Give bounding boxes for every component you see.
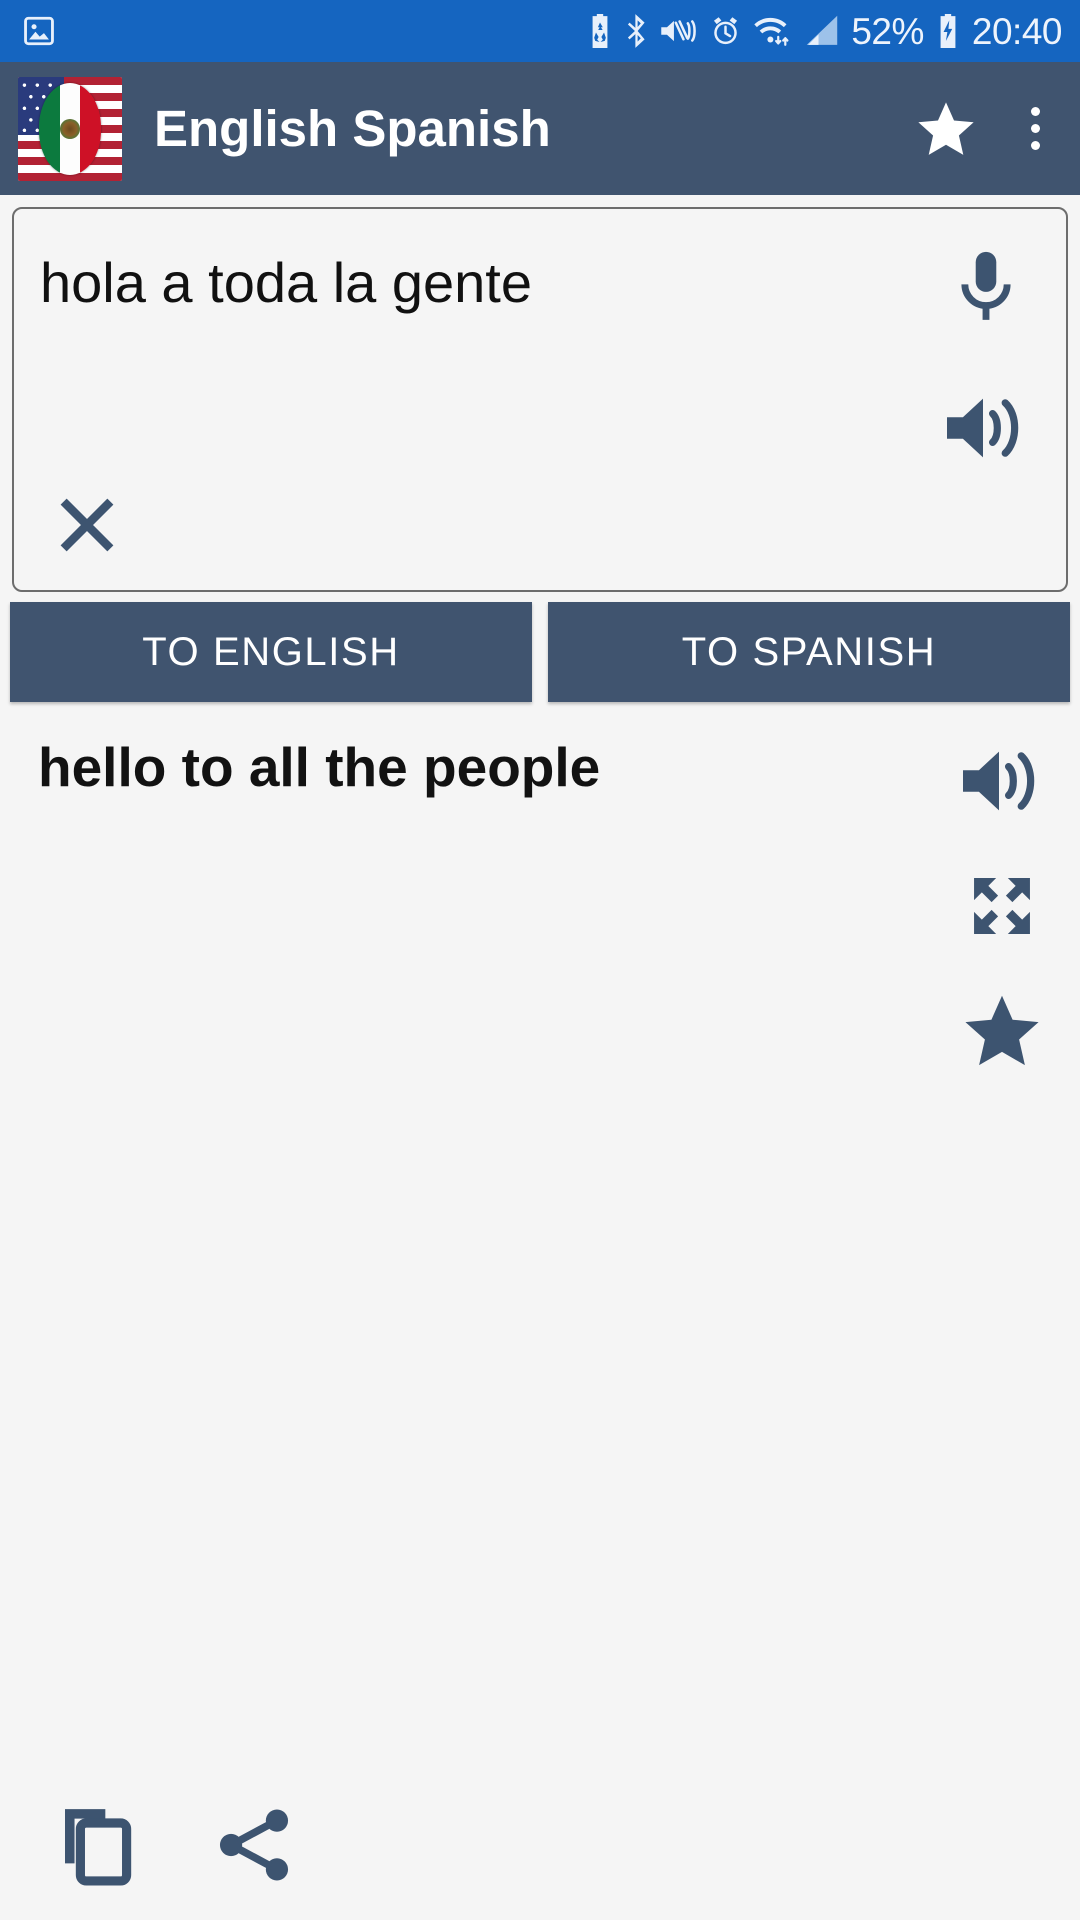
battery-charging-icon [935, 13, 961, 49]
mexico-eagle-emblem [60, 118, 80, 139]
to-english-button[interactable]: TO ENGLISH [10, 602, 532, 702]
mexico-flag [39, 82, 101, 175]
speaker-icon-result[interactable] [952, 731, 1052, 831]
clear-text-icon[interactable] [44, 482, 130, 568]
input-section: hola a toda la gente [0, 195, 1080, 592]
share-icon[interactable] [204, 1795, 304, 1895]
translation-direction-buttons: TO ENGLISH TO SPANISH [0, 592, 1080, 702]
us-mexico-flag-icon [18, 76, 122, 181]
page-title: English Spanish [154, 100, 551, 157]
source-text-card[interactable]: hola a toda la gente [12, 207, 1068, 592]
vibrate-mute-icon [660, 15, 698, 47]
translation-result-section: hello to all the people [0, 716, 1080, 1736]
favorite-star-icon[interactable] [915, 98, 977, 160]
status-bar-left-icons [22, 14, 56, 48]
overflow-menu-icon[interactable] [1017, 99, 1054, 158]
to-spanish-label: TO SPANISH [681, 629, 937, 674]
signal-icon [804, 14, 840, 48]
alarm-icon [709, 15, 742, 48]
app-bar: English Spanish [0, 62, 1080, 195]
microphone-icon[interactable] [942, 245, 1030, 333]
app-bar-actions [915, 98, 1054, 160]
fullscreen-icon[interactable] [952, 856, 1052, 956]
to-english-label: TO ENGLISH [142, 629, 400, 674]
speaker-icon-source[interactable] [938, 384, 1034, 472]
translation-result-text: hello to all the people [38, 736, 601, 798]
status-bar-right-icons: 52% 20:40 [587, 10, 1063, 52]
copy-icon[interactable] [48, 1795, 148, 1895]
bottom-action-bar [0, 1770, 1080, 1920]
status-bar: 52% 20:40 [0, 0, 1080, 62]
clock-label: 20:40 [971, 10, 1063, 52]
to-spanish-button[interactable]: TO SPANISH [548, 602, 1070, 702]
image-icon [22, 14, 56, 48]
source-text-input[interactable]: hola a toda la gente [40, 251, 896, 315]
battery-saver-icon [587, 13, 613, 49]
translator-app-screen: 52% 20:40 English Spanish hola a toda la… [0, 0, 1080, 1920]
battery-percent-label: 52% [851, 10, 924, 52]
bluetooth-icon [624, 13, 649, 49]
wifi-icon [753, 14, 793, 48]
star-icon[interactable] [952, 981, 1052, 1081]
